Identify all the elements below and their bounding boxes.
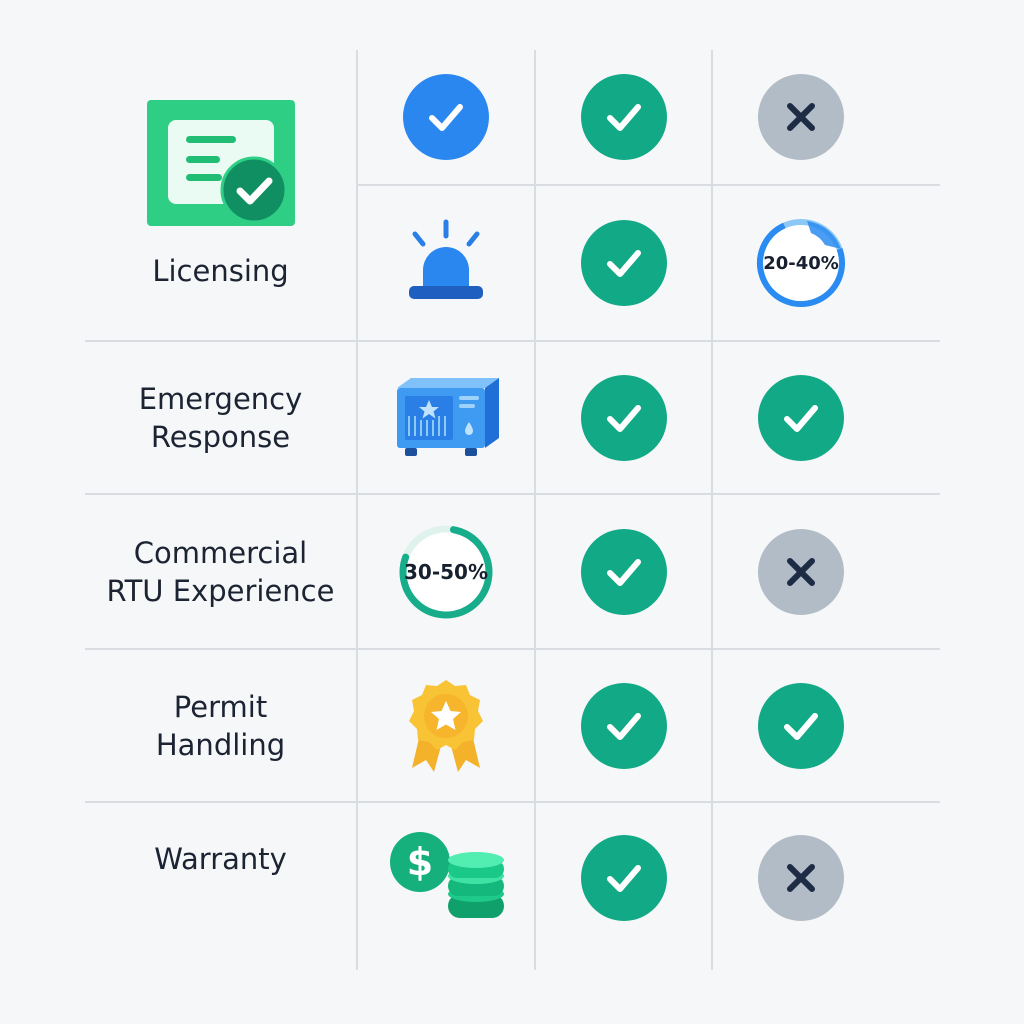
row-label-licensing: Licensing xyxy=(152,254,289,288)
check-icon xyxy=(713,342,889,493)
row-label-warranty: Warranty xyxy=(154,842,287,876)
check-icon xyxy=(536,186,711,340)
dollar-coins-icon: $ xyxy=(358,803,534,953)
comparison-table: Licensing 20-40% Emergency Response Comm… xyxy=(0,0,1024,1024)
cross-icon xyxy=(713,495,889,648)
check-icon xyxy=(358,50,534,184)
check-icon xyxy=(536,495,711,648)
check-icon xyxy=(536,50,711,184)
row-label-commercial-rtu-experience: Commercial RTU Experience xyxy=(106,535,335,608)
check-icon xyxy=(536,342,711,493)
license-certificate-icon xyxy=(146,98,296,228)
row-label-permit-handling: Permit Handling xyxy=(155,689,286,762)
svg-text:$: $ xyxy=(407,840,433,884)
row-label-emergency-response: Emergency Response xyxy=(138,381,303,454)
percent-ring-icon: 30-50% xyxy=(358,495,534,648)
check-icon xyxy=(536,650,711,801)
ring-percent-text: 20-40% xyxy=(763,252,839,274)
cross-icon xyxy=(713,50,889,184)
cross-icon xyxy=(713,803,889,953)
percent-ring-icon: 20-40% xyxy=(713,186,889,340)
check-icon xyxy=(713,650,889,801)
check-icon xyxy=(536,803,711,953)
award-badge-icon xyxy=(358,650,534,801)
ring-percent-text: 30-50% xyxy=(403,559,488,584)
rooftop-hvac-unit-icon xyxy=(358,342,534,493)
siren-icon xyxy=(358,186,534,340)
